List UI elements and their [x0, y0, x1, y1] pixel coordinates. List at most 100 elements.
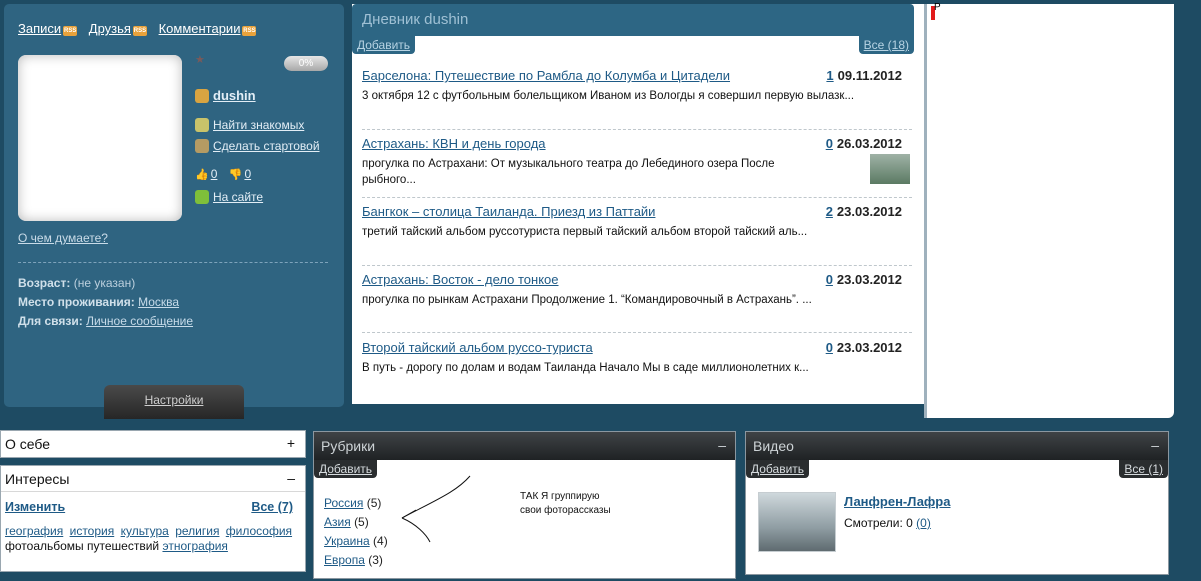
username-link[interactable]: dushin: [213, 88, 256, 103]
marker-letter: P: [934, 2, 941, 13]
add-post-button[interactable]: Добавить: [352, 36, 416, 54]
entry-title-link[interactable]: Второй тайский альбом руссо-туриста: [362, 340, 593, 355]
interests-body: Изменить Все (7) география история культ…: [1, 492, 305, 561]
entry-excerpt: 3 октября 12 с футбольным болельщиком Ив…: [362, 90, 855, 102]
video-widget: Видео – Добавить Все (1) Ланфрен-Лафра С…: [745, 431, 1169, 575]
video-header[interactable]: Видео –: [746, 432, 1168, 460]
rubric-item: Европа (3): [324, 553, 383, 567]
entry-meta: 0 26.03.2012: [825, 136, 902, 151]
expand-toggle[interactable]: +: [287, 435, 295, 451]
edit-interests-link[interactable]: Изменить: [5, 500, 65, 514]
find-friends-row: Найти знакомых: [195, 118, 304, 132]
collapse-toggle[interactable]: –: [718, 437, 726, 453]
profile-username-row: dushin: [195, 88, 256, 103]
interest-tags: география история культура религия филос…: [5, 524, 301, 538]
residence-link[interactable]: Москва: [138, 295, 179, 309]
posts-link[interactable]: Записи RSS: [18, 21, 78, 36]
thumbs-up-icon[interactable]: 👍: [195, 168, 209, 181]
rss-icon[interactable]: RSS: [63, 26, 78, 36]
interests-header[interactable]: Интересы –: [1, 466, 305, 492]
contact-row: Для связи: Личное сообщение: [18, 314, 194, 328]
rubric-item: Россия (5): [324, 496, 382, 510]
collapse-toggle[interactable]: –: [287, 470, 295, 486]
comment-count-link[interactable]: 0: [826, 136, 833, 151]
entry-excerpt: В путь - дорогу по долам и водам Таиланд…: [362, 362, 809, 374]
interest-tag[interactable]: география: [5, 524, 63, 538]
hand-drawn-arrow-icon: [401, 475, 471, 543]
diary-entry: Барселона: Путешествие по Рамбла до Колу…: [362, 68, 907, 104]
entry-meta: 1 09.11.2012: [826, 68, 902, 83]
add-rubric-button[interactable]: Добавить: [314, 460, 378, 478]
rubric-list: Россия (5) Азия (5) Украина (4) Европа (…: [324, 494, 388, 570]
rubric-link[interactable]: Украина: [324, 534, 370, 548]
comment-count-link[interactable]: 2: [826, 204, 833, 219]
rubric-item: Украина (4): [324, 534, 388, 548]
comments-link[interactable]: Комментарии RSS: [159, 21, 257, 36]
comment-count-link[interactable]: 1: [826, 68, 833, 83]
rss-icon[interactable]: RSS: [132, 26, 147, 36]
entry-excerpt: прогулка по Астрахани: От музыкального т…: [362, 158, 775, 186]
entry-meta: 2 23.03.2012: [825, 204, 902, 219]
online-link[interactable]: На сайте: [213, 190, 263, 204]
video-thumbnail[interactable]: [758, 492, 836, 552]
rubrics-header[interactable]: Рубрики –: [314, 432, 735, 460]
entry-title-link[interactable]: Астрахань: Восток - дело тонкое: [362, 272, 559, 287]
entry-thumbnail[interactable]: [870, 154, 910, 184]
entry-title-link[interactable]: Бангкок – столица Таиланда. Приезд из Па…: [362, 204, 655, 219]
entry-divider: [362, 332, 912, 333]
interest-tag[interactable]: этнография: [162, 539, 227, 553]
thumbs-down-icon[interactable]: 👎: [229, 168, 243, 181]
settings-button[interactable]: Настройки: [104, 385, 244, 419]
star-icon: ★: [195, 54, 205, 66]
rubric-link[interactable]: Азия: [324, 515, 351, 529]
avatar[interactable]: [18, 55, 182, 221]
likes-count[interactable]: 0: [211, 167, 218, 181]
dislikes-count[interactable]: 0: [244, 167, 251, 181]
collapse-toggle[interactable]: –: [1151, 437, 1159, 453]
interest-tag[interactable]: религия: [175, 524, 219, 538]
entry-meta: 0 23.03.2012: [825, 340, 902, 355]
interest-tag[interactable]: история: [70, 524, 115, 538]
profile-progress-badge: 0%: [284, 56, 328, 71]
status-prompt-link[interactable]: О чем думаете?: [18, 231, 108, 245]
rating-row: 👍 0 👎 0: [195, 167, 251, 181]
video-title-link[interactable]: Ланфрен-Лафра: [844, 494, 950, 509]
entry-divider: [362, 129, 912, 130]
rubrics-widget: Рубрики – Добавить Россия (5) Азия (5) У…: [313, 431, 736, 579]
comment-count-link[interactable]: 0: [826, 272, 833, 287]
add-video-button[interactable]: Добавить: [746, 460, 810, 478]
private-message-link[interactable]: Личное сообщение: [86, 314, 193, 328]
interests-actions: Изменить Все (7): [5, 500, 301, 520]
views-count-link[interactable]: (0): [916, 516, 931, 530]
residence-row: Место проживания: Москва: [18, 295, 180, 309]
about-box: О себе +: [0, 430, 306, 458]
all-interests-link[interactable]: Все (7): [251, 500, 293, 514]
rubric-item: Азия (5): [324, 515, 369, 529]
video-views: Смотрели: 0 (0): [844, 516, 931, 530]
rubric-link[interactable]: Европа: [324, 553, 365, 567]
friends-link[interactable]: Друзья RSS: [89, 21, 147, 36]
interest-tag-plain: фотоальбомы путешествий: [5, 539, 160, 553]
find-friends-link[interactable]: Найти знакомых: [213, 118, 304, 132]
profile-panel: Записи RSS Друзья RSS Комментарии RSS ★ 0% …: [4, 4, 344, 419]
diary-title: Дневник dushin: [352, 4, 914, 36]
online-icon: [195, 190, 209, 204]
comment-count-link[interactable]: 0: [826, 340, 833, 355]
interest-tag[interactable]: философия: [226, 524, 292, 538]
diary-toolbar: Добавить Все (18): [352, 36, 914, 58]
diary-entry: Второй тайский альбом руссо-туриста 0 23.…: [362, 340, 907, 376]
make-home-link[interactable]: Сделать стартовой: [213, 139, 320, 153]
diary-panel: Дневник dushin Добавить Все (18) Барсело…: [352, 4, 924, 404]
find-friends-icon: [195, 118, 209, 132]
age-row: Возраст: (не указан): [18, 276, 136, 290]
about-header[interactable]: О себе +: [1, 431, 305, 457]
entry-title-link[interactable]: Астрахань: КВН и день города: [362, 136, 546, 151]
all-posts-button[interactable]: Все (18): [858, 36, 914, 54]
interests-box: Интересы – Изменить Все (7) география ис…: [0, 465, 306, 572]
interest-tag[interactable]: культура: [121, 524, 169, 538]
all-videos-button[interactable]: Все (1): [1119, 460, 1168, 478]
entry-title-link[interactable]: Барселона: Путешествие по Рамбла до Колу…: [362, 68, 730, 83]
rubric-link[interactable]: Россия: [324, 496, 363, 510]
diary-entry: Астрахань: Восток - дело тонкое 0 23.03.2…: [362, 272, 907, 308]
rss-icon[interactable]: RSS: [242, 26, 257, 36]
